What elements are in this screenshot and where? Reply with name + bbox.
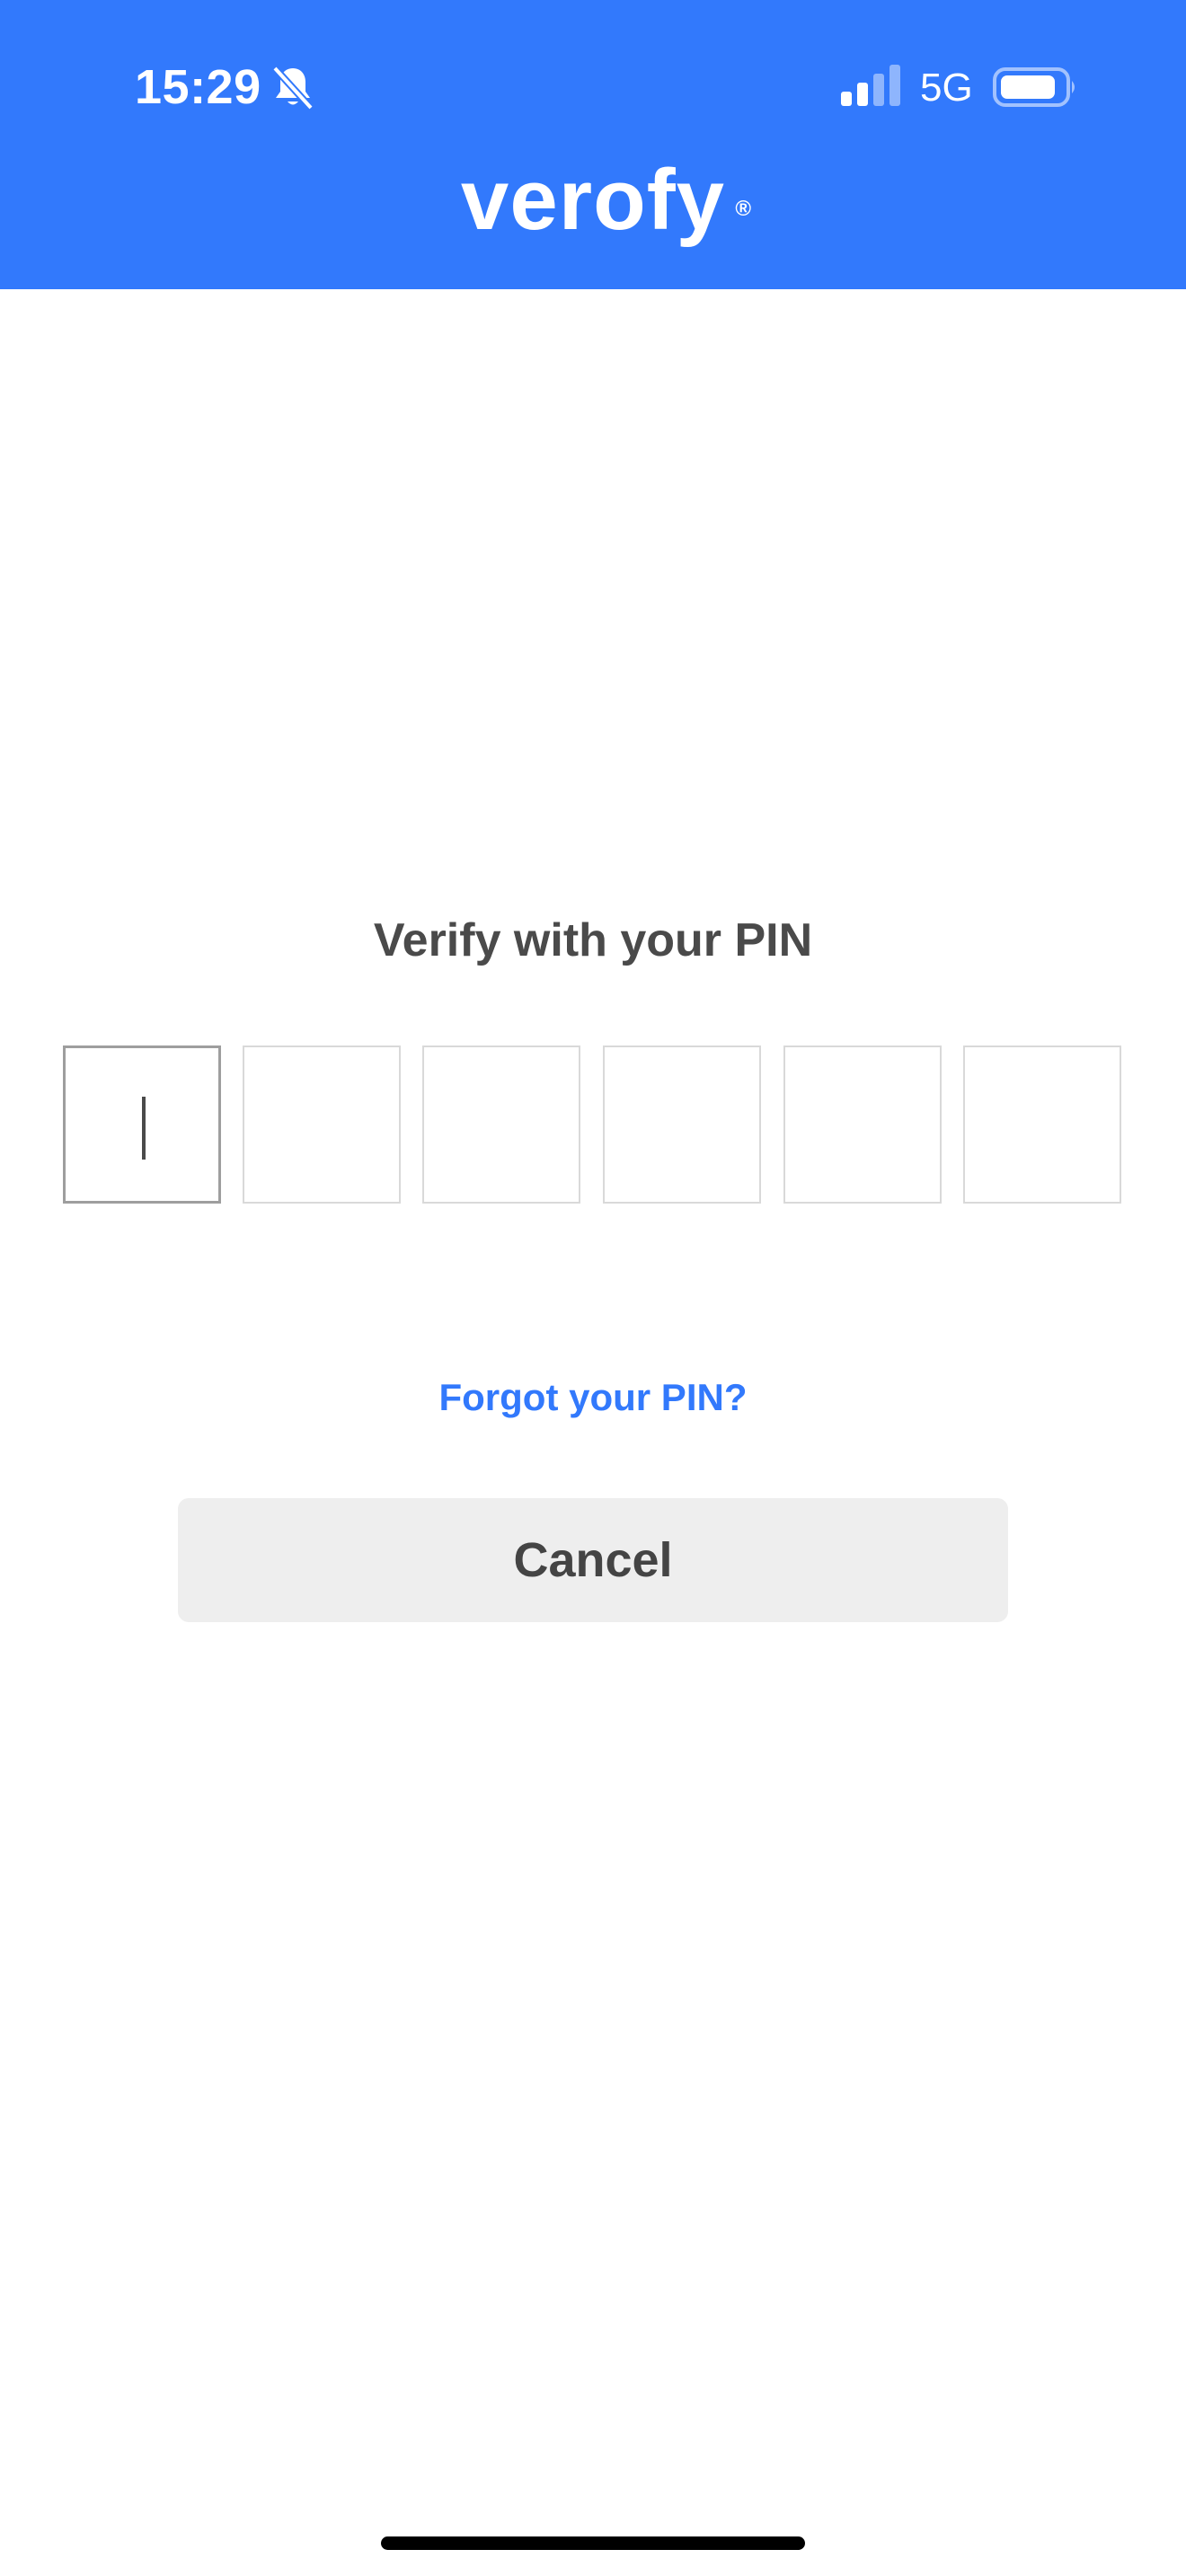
pin-verify-screen: 15:29 5G verofy ® Verify with your PIN F… <box>0 0 1186 2576</box>
status-time: 15:29 <box>135 60 261 114</box>
network-label: 5G <box>920 66 973 110</box>
verofy-logo: verofy ® <box>0 151 1186 277</box>
pin-digit-1[interactable] <box>63 1045 221 1204</box>
page-title: Verify with your PIN <box>373 914 813 966</box>
pin-digit-4[interactable] <box>603 1045 761 1204</box>
home-indicator[interactable] <box>381 2536 805 2550</box>
forgot-pin-link[interactable]: Forgot your PIN? <box>0 1369 1186 1426</box>
pin-digit-5[interactable] <box>783 1045 942 1204</box>
pin-digit-2[interactable] <box>243 1045 401 1204</box>
pin-digit-3[interactable] <box>422 1045 580 1204</box>
text-caret <box>142 1097 146 1160</box>
pin-digit-6[interactable] <box>963 1045 1121 1204</box>
signal-icon <box>841 65 900 106</box>
battery-icon <box>993 67 1075 107</box>
cancel-button[interactable]: Cancel <box>178 1498 1008 1622</box>
app-header: 15:29 5G verofy ® <box>0 0 1186 289</box>
logo-text: verofy ® <box>461 151 751 250</box>
pin-input-group <box>63 1045 1123 1205</box>
bell-slash-icon <box>272 66 314 110</box>
registered-mark: ® <box>735 197 753 221</box>
